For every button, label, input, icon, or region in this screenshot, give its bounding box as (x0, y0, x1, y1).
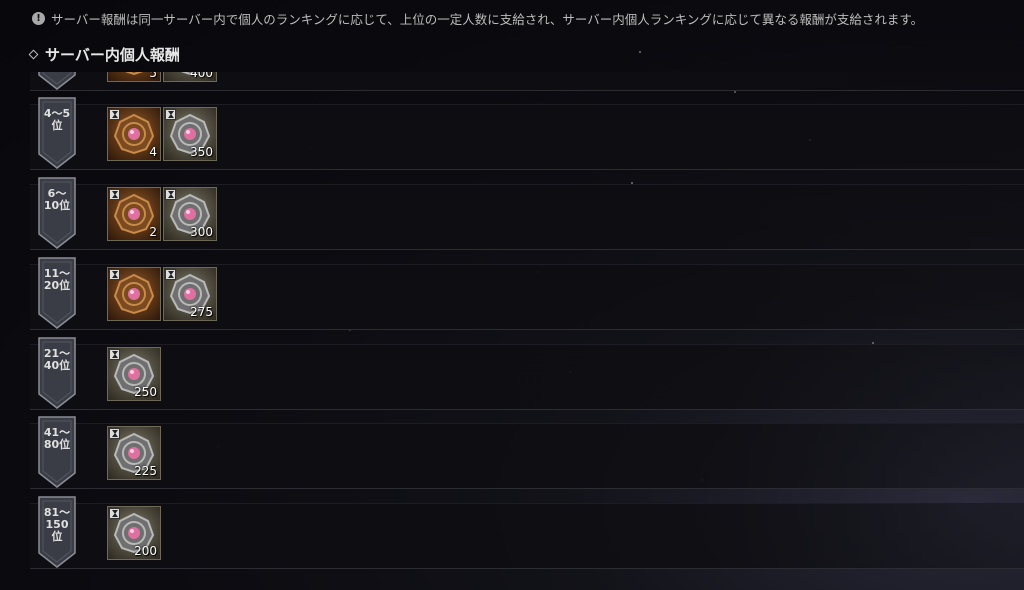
rank-banner: 11～ 20位 (36, 256, 78, 330)
hourglass-icon (109, 349, 120, 360)
item-quantity: 250 (134, 385, 157, 399)
rank-banner: 4～5 位 (36, 96, 78, 170)
row-background (30, 344, 1024, 410)
hourglass-icon (165, 189, 176, 200)
rank-banner: 81～ 150 位 (36, 495, 78, 569)
silver-emblem-item[interactable]: 275 (163, 267, 217, 321)
section-header: サーバー内個人報酬 (28, 44, 180, 65)
silver-emblem-item[interactable]: 250 (107, 347, 161, 401)
reward-items: 200 (107, 506, 161, 560)
row-background (30, 423, 1024, 489)
server-reward-notice: ! サーバー報酬は同一サーバー内で個人のランキングに応じて、上位の一定人数に支給… (32, 8, 923, 28)
rank-label: 6～ 10位 (43, 187, 71, 212)
hourglass-icon (109, 428, 120, 439)
reward-tier-row: 6～ 10位 2 300 (30, 176, 1024, 254)
reward-tier-list[interactable]: 5 400 4～5 位 4 350 6～ 10位 2 300 11～ 20位 2… (0, 72, 1024, 590)
item-quantity: 4 (149, 145, 157, 159)
rank-label: 4～5 位 (43, 107, 71, 132)
silver-emblem-item[interactable]: 300 (163, 187, 217, 241)
rank-banner: 21～ 40位 (36, 336, 78, 410)
item-quantity: 225 (134, 464, 157, 478)
hourglass-icon (109, 269, 120, 280)
bronze-emblem-item[interactable] (107, 267, 161, 321)
silver-emblem-item[interactable]: 400 (163, 72, 217, 82)
bronze-emblem-item[interactable]: 4 (107, 107, 161, 161)
rank-label: 11～ 20位 (43, 267, 71, 292)
notice-text: サーバー報酬は同一サーバー内で個人のランキングに応じて、上位の一定人数に支給され… (51, 11, 924, 27)
rank-label: 21～ 40位 (43, 347, 71, 372)
reward-items: 4 350 (107, 107, 217, 161)
bronze-emblem-item[interactable]: 5 (107, 72, 161, 82)
reward-tier-row: 11～ 20位 275 (30, 256, 1024, 334)
reward-items: 275 (107, 267, 217, 321)
exclamation-icon: ! (32, 11, 45, 25)
banner-icon (38, 72, 76, 90)
reward-tier-row: 4～5 位 4 350 (30, 96, 1024, 174)
silver-emblem-item[interactable]: 200 (107, 506, 161, 560)
item-quantity: 200 (134, 544, 157, 558)
reward-tier-row: 41～ 80位 225 (30, 415, 1024, 493)
item-quantity: 5 (149, 72, 157, 80)
item-quantity: 275 (190, 305, 213, 319)
reward-items: 225 (107, 426, 161, 480)
section-title: サーバー内個人報酬 (45, 46, 180, 64)
silver-emblem-item[interactable]: 350 (163, 107, 217, 161)
item-quantity: 400 (190, 72, 213, 80)
hourglass-icon (109, 189, 120, 200)
item-quantity: 350 (190, 145, 213, 159)
rank-banner (36, 72, 78, 91)
rank-banner: 41～ 80位 (36, 415, 78, 489)
bronze-emblem-item[interactable]: 2 (107, 187, 161, 241)
reward-tier-row: 21～ 40位 250 (30, 336, 1024, 414)
row-background (30, 503, 1024, 569)
reward-items: 2 300 (107, 187, 217, 241)
rank-label: 81～ 150 位 (43, 506, 71, 543)
reward-tier-row: 5 400 (30, 72, 1024, 95)
reward-items: 250 (107, 347, 161, 401)
reward-items: 5 400 (107, 72, 217, 82)
item-quantity: 2 (149, 225, 157, 239)
hourglass-icon (109, 109, 120, 120)
rank-label: 41～ 80位 (43, 426, 71, 451)
item-quantity: 300 (190, 225, 213, 239)
hourglass-icon (165, 109, 176, 120)
hourglass-icon (109, 508, 120, 519)
diamond-icon (28, 49, 39, 60)
hourglass-icon (165, 269, 176, 280)
silver-emblem-item[interactable]: 225 (107, 426, 161, 480)
reward-tier-row: 81～ 150 位 200 (30, 495, 1024, 573)
rank-banner: 6～ 10位 (36, 176, 78, 250)
